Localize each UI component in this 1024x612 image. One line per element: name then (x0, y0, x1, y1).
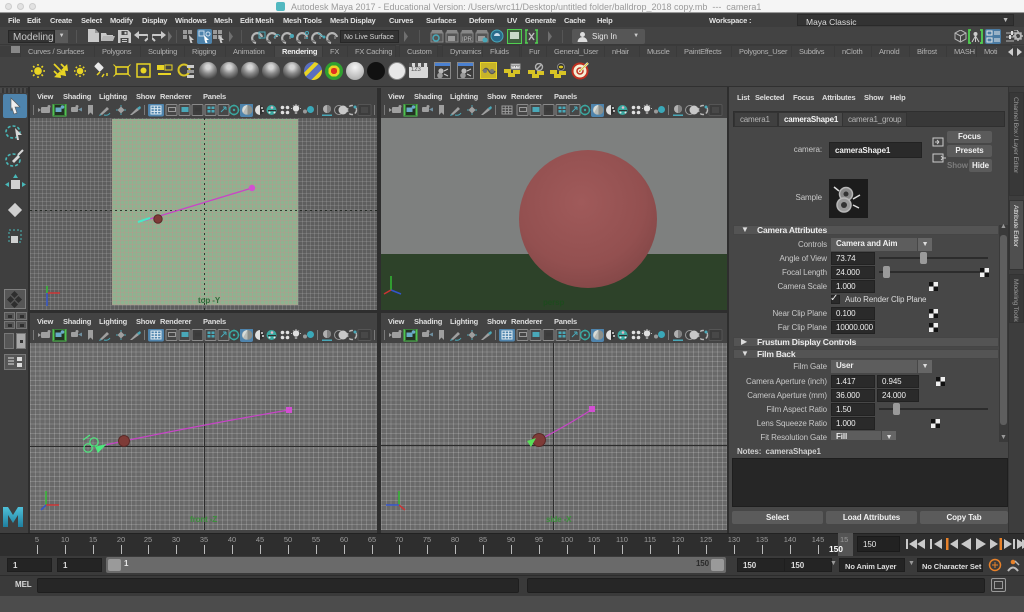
svg-text:IPR: IPR (462, 37, 472, 43)
